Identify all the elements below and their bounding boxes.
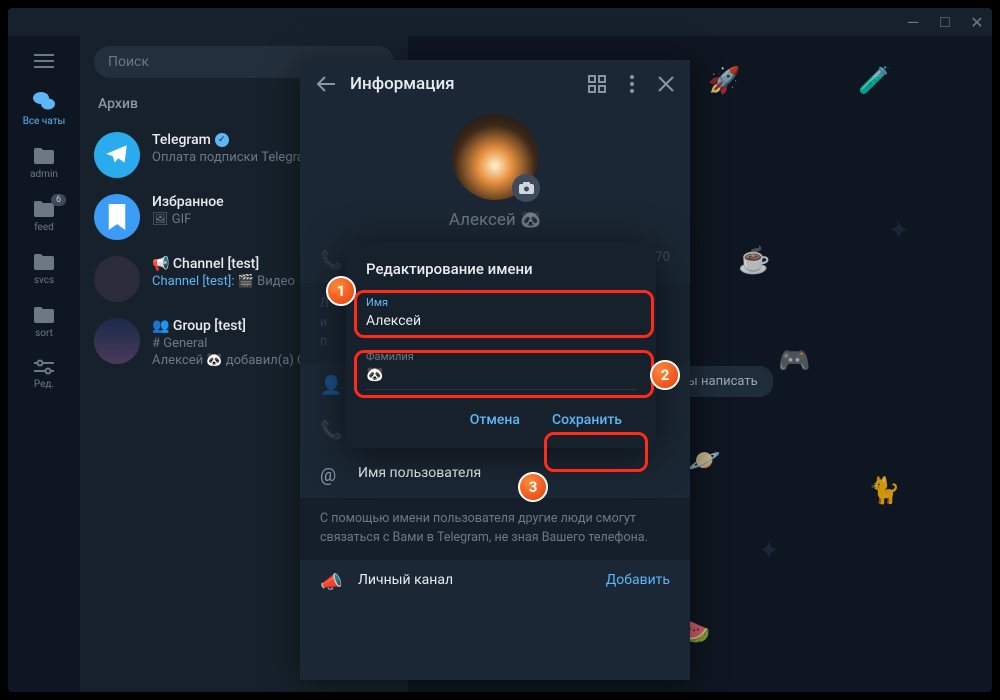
rail-label: feed [34, 222, 54, 233]
chat-sub-prefix: Channel [test]: [152, 274, 234, 289]
unread-badge: 6 [51, 194, 66, 206]
at-icon: @ [320, 465, 342, 486]
maximize-button[interactable]: □ [938, 15, 952, 29]
last-name-field[interactable]: Фамилия [366, 350, 636, 390]
info-title: Информация [350, 74, 564, 94]
rail-label: Все чаты [23, 116, 66, 127]
first-name-field[interactable]: Имя [366, 296, 636, 336]
qr-icon[interactable] [588, 75, 606, 93]
avatar [94, 318, 140, 364]
rail-label: sort [35, 328, 53, 339]
back-icon[interactable] [316, 76, 336, 92]
dialog-title: Редактирование имени [366, 260, 636, 278]
avatar [94, 194, 140, 240]
phone-partial: 70 [655, 250, 670, 265]
rail-label: admin [30, 169, 58, 180]
verified-icon: ✓ [215, 133, 229, 147]
folder-icon [33, 306, 55, 324]
last-name-label: Фамилия [366, 350, 636, 363]
info-header: Информация [300, 60, 690, 108]
phone-icon: 📞 [320, 250, 342, 271]
profile-avatar[interactable] [452, 114, 538, 200]
close-window-button[interactable]: ✕ [970, 15, 984, 29]
info-row-channel[interactable]: 📣 Личный канал Добавить [300, 560, 690, 605]
rail-label: Ред. [34, 379, 54, 390]
profile-name: Алексей 🐼 [449, 210, 541, 230]
channel-label: Личный канал [358, 572, 453, 588]
minimize-button[interactable]: — [906, 15, 920, 29]
rail-admin[interactable]: admin [14, 139, 74, 188]
camera-icon[interactable] [512, 174, 540, 202]
last-name-input[interactable] [366, 363, 636, 390]
rail-sort[interactable]: sort [14, 298, 74, 347]
folder-icon [33, 253, 55, 271]
person-icon: 👤 [320, 375, 342, 396]
megaphone-icon: 📣 [320, 572, 342, 593]
folder-icon [33, 147, 55, 165]
call-icon: 📞 [320, 420, 342, 441]
save-button[interactable]: Сохранить [538, 404, 636, 436]
rail-feed[interactable]: 6 feed [14, 192, 74, 241]
titlebar: — □ ✕ [8, 8, 992, 36]
rail-all-chats[interactable]: Все чаты [14, 82, 74, 135]
first-name-label: Имя [366, 296, 636, 309]
chat-title: Telegram [152, 132, 211, 148]
first-name-input[interactable] [366, 309, 636, 336]
cancel-button[interactable]: Отмена [456, 404, 534, 436]
info-row-username[interactable]: @ Имя пользователя [300, 453, 690, 498]
chat-bubbles-icon [32, 90, 56, 112]
close-icon[interactable] [658, 76, 674, 92]
avatar [94, 132, 140, 178]
channel-add-action[interactable]: Добавить [606, 572, 670, 588]
chat-sub-rest: 🎬 Видео [234, 274, 294, 289]
hamburger-icon[interactable] [24, 44, 64, 78]
avatar [94, 256, 140, 302]
edit-name-dialog: Редактирование имени Имя Фамилия Отмена … [346, 242, 656, 448]
username-label: Имя пользователя [358, 465, 481, 481]
rail-edit[interactable]: Ред. [14, 351, 74, 398]
rail-svcs[interactable]: svcs [14, 245, 74, 294]
more-icon[interactable] [630, 75, 634, 93]
username-hint: С помощью имени пользователя другие люди… [300, 498, 690, 560]
sidebar-rail: Все чаты admin 6 feed svcs sort Ред. [8, 36, 80, 692]
rail-label: svcs [34, 275, 54, 286]
sliders-icon [33, 359, 55, 375]
